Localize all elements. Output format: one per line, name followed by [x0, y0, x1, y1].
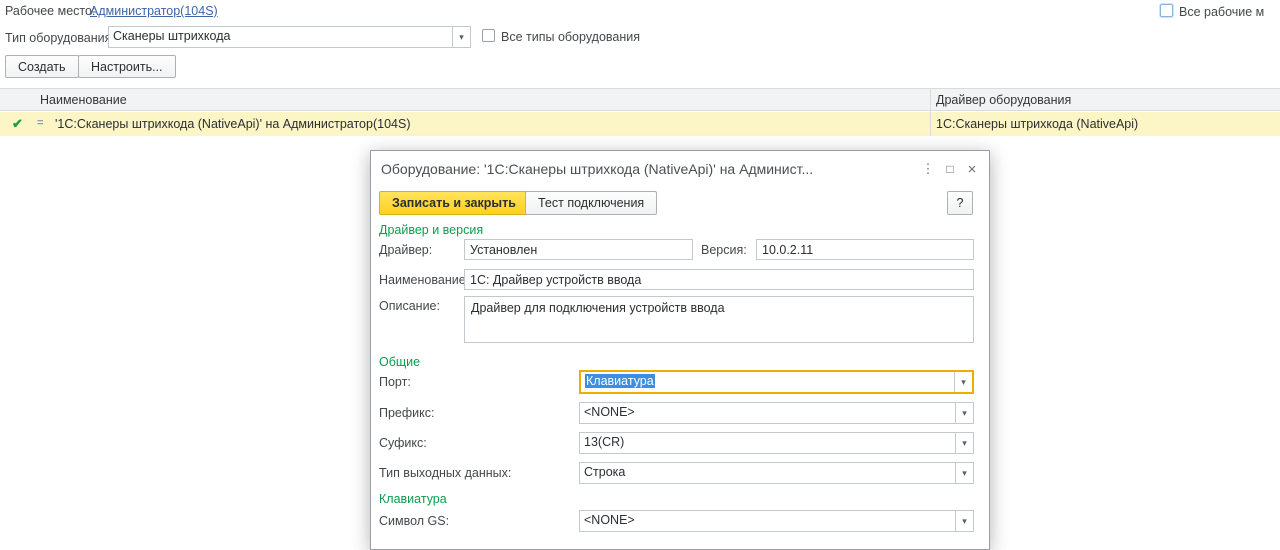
- suffix-value: 13(CR): [580, 433, 955, 453]
- table-header: Наименование Драйвер оборудования: [0, 88, 1280, 111]
- row-driver-cell: 1С:Сканеры штрихкода (NativeApi): [936, 117, 1138, 131]
- all-workplaces-label: Все рабочие м: [1179, 5, 1264, 19]
- equipment-type-value: Сканеры штрихкода: [109, 27, 452, 47]
- section-keyboard: Клавиатура: [379, 492, 447, 506]
- suffix-label: Суфикс:: [379, 436, 427, 450]
- prefix-label: Префикс:: [379, 406, 435, 420]
- workspace-link[interactable]: Администратор(104S): [90, 4, 218, 18]
- description-label: Описание:: [379, 299, 440, 313]
- gs-symbol-label: Символ GS:: [379, 514, 449, 528]
- prefix-combobox[interactable]: <NONE> ▾: [579, 402, 974, 424]
- prefix-value: <NONE>: [580, 403, 955, 423]
- all-types-checkbox[interactable]: [482, 29, 495, 42]
- chevron-down-icon[interactable]: ▾: [955, 403, 973, 423]
- equipment-dialog: Оборудование: '1С:Сканеры штрихкода (Nat…: [370, 150, 990, 550]
- chevron-down-icon[interactable]: ▾: [954, 372, 972, 392]
- suffix-combobox[interactable]: 13(CR) ▾: [579, 432, 974, 454]
- driver-label: Драйвер:: [379, 243, 432, 257]
- column-divider: [930, 88, 931, 136]
- configure-button[interactable]: Настроить...: [78, 55, 176, 78]
- all-workplaces-checkbox[interactable]: [1160, 4, 1173, 17]
- version-label: Версия:: [701, 243, 747, 257]
- test-connection-button[interactable]: Тест подключения: [525, 191, 657, 215]
- description-field[interactable]: Драйвер для подключения устройств ввода: [464, 296, 974, 343]
- gs-symbol-value: <NONE>: [580, 511, 955, 531]
- column-header-driver[interactable]: Драйвер оборудования: [936, 93, 1071, 107]
- port-combobox[interactable]: Клавиатура ▾: [579, 370, 974, 394]
- all-types-label: Все типы оборудования: [501, 30, 640, 44]
- table-row[interactable]: ✔ = '1С:Сканеры штрихкода (NativeApi)' н…: [0, 112, 1280, 136]
- save-and-close-button[interactable]: Записать и закрыть: [379, 191, 529, 215]
- workspace-label: Рабочее место:: [5, 4, 95, 18]
- name-label: Наименование:: [379, 273, 469, 287]
- column-header-name[interactable]: Наименование: [40, 93, 127, 107]
- more-icon[interactable]: ⋮: [917, 158, 939, 180]
- equipment-type-label: Тип оборудования:: [5, 31, 115, 45]
- help-button[interactable]: ?: [947, 191, 973, 215]
- output-type-value: Строка: [580, 463, 955, 483]
- output-type-label: Тип выходных данных:: [379, 466, 511, 480]
- dialog-title: Оборудование: '1С:Сканеры штрихкода (Nat…: [381, 151, 901, 187]
- close-icon[interactable]: ×: [961, 158, 983, 180]
- list-item-icon: =: [37, 117, 43, 129]
- port-value: Клавиатура: [585, 374, 655, 388]
- section-driver-version: Драйвер и версия: [379, 223, 483, 237]
- driver-field[interactable]: [464, 239, 693, 260]
- row-name-cell: '1С:Сканеры штрихкода (NativeApi)' на Ад…: [55, 117, 410, 131]
- gs-symbol-combobox[interactable]: <NONE> ▾: [579, 510, 974, 532]
- chevron-down-icon[interactable]: ▾: [955, 463, 973, 483]
- version-field[interactable]: [756, 239, 974, 260]
- section-general: Общие: [379, 355, 420, 369]
- port-label: Порт:: [379, 375, 411, 389]
- maximize-icon[interactable]: □: [939, 158, 961, 180]
- chevron-down-icon[interactable]: ▾: [955, 511, 973, 531]
- create-button[interactable]: Создать: [5, 55, 79, 78]
- equipment-type-combobox[interactable]: Сканеры штрихкода ▾: [108, 26, 471, 48]
- name-field[interactable]: [464, 269, 974, 290]
- check-icon: ✔: [12, 116, 23, 132]
- chevron-down-icon[interactable]: ▾: [452, 27, 470, 47]
- output-type-combobox[interactable]: Строка ▾: [579, 462, 974, 484]
- chevron-down-icon[interactable]: ▾: [955, 433, 973, 453]
- window-controls: ⋮ □ ×: [917, 158, 983, 180]
